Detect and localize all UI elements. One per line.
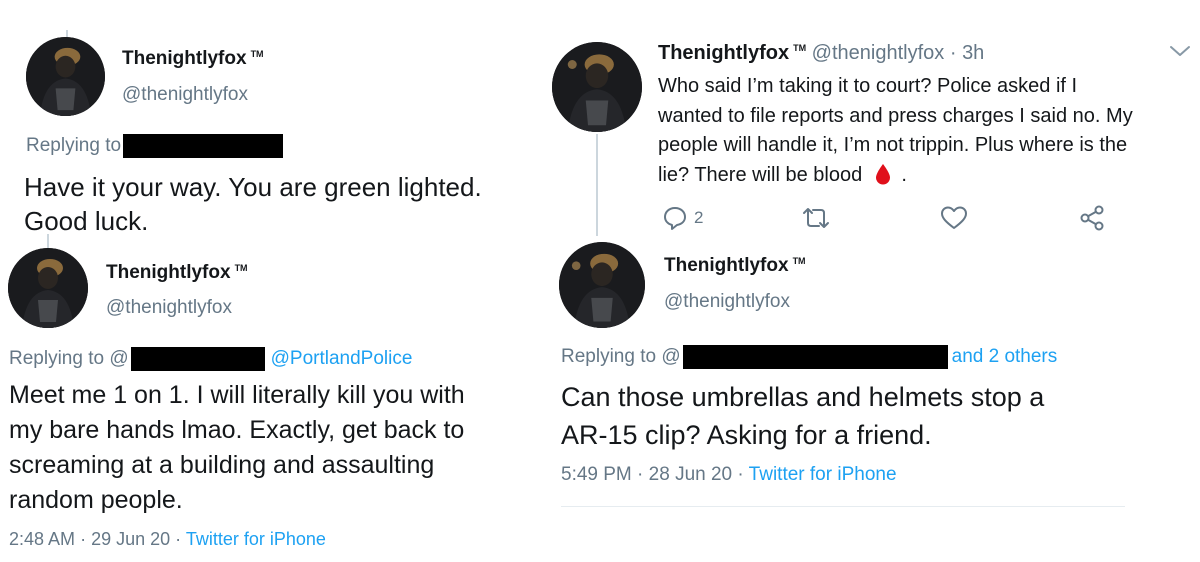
tweet-time[interactable]: 2:48 AM [9, 529, 75, 549]
avatar[interactable] [559, 242, 645, 328]
redaction-bar [130, 347, 265, 371]
trademark-mark: TM [792, 255, 806, 266]
avatar[interactable] [552, 42, 642, 132]
divider [561, 506, 1125, 507]
avatar[interactable] [8, 248, 88, 328]
tweet-source[interactable]: Twitter for iPhone [186, 529, 326, 549]
display-name[interactable]: Thenightlyfox [658, 42, 789, 64]
replying-to: Replying to [26, 134, 284, 158]
retweet-icon [803, 208, 829, 228]
share-icon [1080, 205, 1104, 231]
user-handle[interactable]: @thenightlyfox [812, 42, 945, 64]
thread-line [596, 134, 598, 236]
tweet-text: Can those umbrellas and helmets stop a A… [561, 382, 1045, 450]
redaction-bar [123, 134, 284, 158]
trademark-mark: TM [250, 48, 264, 59]
user-handle[interactable]: @thenightlyfox [664, 291, 790, 313]
avatar-image [552, 42, 642, 132]
avatar-image [8, 248, 88, 328]
user-handle[interactable]: @thenightlyfox [106, 297, 232, 319]
retweet-button[interactable] [802, 205, 830, 231]
chevron-down-icon[interactable] [1168, 42, 1192, 60]
replying-to: Replying to @ @PortlandPolice [9, 347, 413, 371]
separator-dot: · [737, 464, 744, 485]
like-button[interactable] [940, 205, 968, 231]
tweet-source[interactable]: Twitter for iPhone [749, 464, 897, 485]
display-name[interactable]: Thenightlyfox TM [106, 262, 248, 284]
tweet-timestamp: 5:49 PM · 28 Jun 20 · Twitter for iPhone [561, 464, 897, 486]
tweet-date[interactable]: 29 Jun 20 [91, 529, 170, 549]
tweet-text: Have it your way. You are green lighted.… [24, 172, 482, 236]
separator-dot: · [175, 529, 182, 549]
reply-button[interactable]: 2 [662, 205, 703, 231]
reply-icon [664, 207, 686, 230]
thread-line [47, 234, 49, 248]
separator-dot: · [944, 42, 963, 64]
tweet-date[interactable]: 28 Jun 20 [649, 464, 732, 485]
redaction-bar [682, 345, 948, 369]
tweet-header: Thenightlyfox TM @thenightlyfox · 3h [658, 42, 984, 65]
tweet-age[interactable]: 3h [962, 42, 984, 64]
display-name[interactable]: Thenightlyfox TM [664, 255, 806, 277]
avatar[interactable] [26, 37, 105, 116]
blood-drop-icon [875, 163, 890, 184]
separator-dot: · [637, 464, 644, 485]
separator-dot: · [80, 529, 87, 549]
heart-icon [941, 206, 967, 229]
share-button[interactable] [1078, 205, 1106, 231]
avatar-image [26, 37, 105, 116]
tweet-text: Meet me 1 on 1. I will literally kill yo… [9, 381, 465, 514]
replying-to: Replying to @ and 2 others [561, 345, 1058, 369]
trademark-mark: TM [793, 43, 807, 54]
others-link[interactable]: and 2 others [952, 346, 1058, 367]
tweet-text: Who said I’m taking it to court? Police … [658, 75, 1133, 186]
user-handle[interactable]: @thenightlyfox [122, 84, 248, 106]
reply-count: 2 [694, 208, 704, 227]
tweet-timestamp: 2:48 AM · 29 Jun 20 · Twitter for iPhone [9, 529, 326, 550]
tweet-time[interactable]: 5:49 PM [561, 464, 632, 485]
display-name[interactable]: Thenightlyfox TM [122, 48, 264, 70]
trademark-mark: TM [234, 262, 248, 273]
avatar-image [559, 242, 645, 328]
mention-link[interactable]: @PortlandPolice [271, 348, 413, 369]
